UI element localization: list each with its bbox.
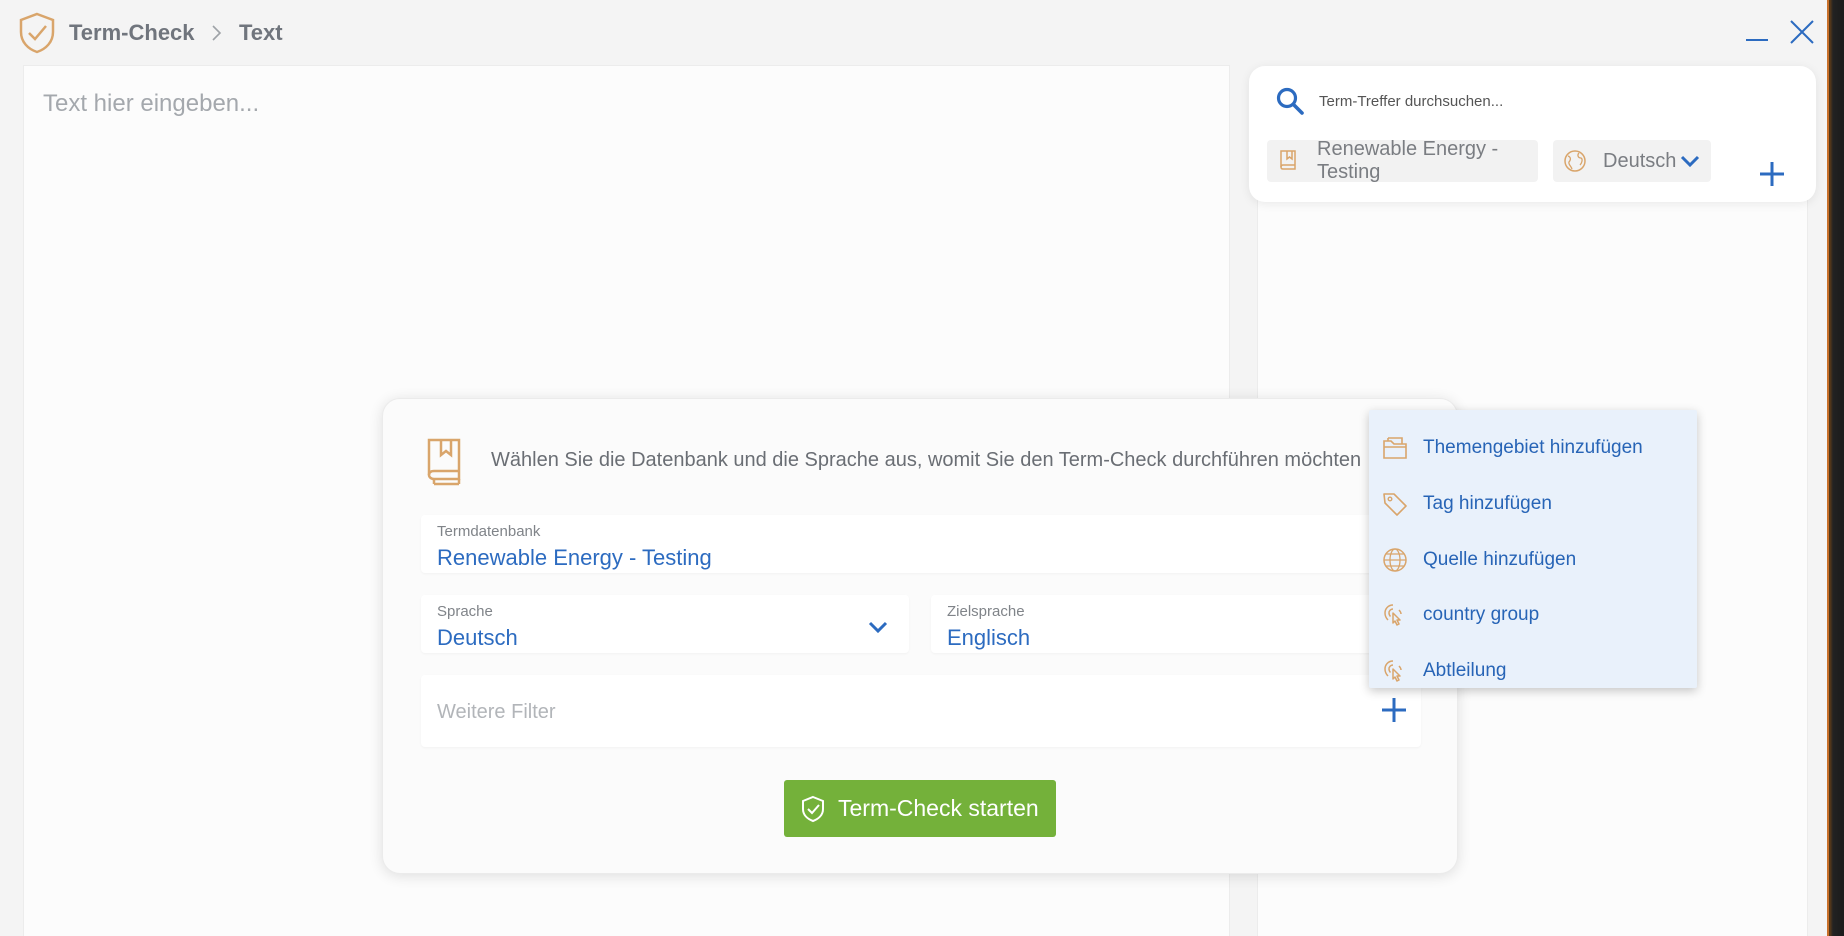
database-select[interactable]: Termdatenbank Renewable Energy - Testing bbox=[421, 515, 1421, 573]
menu-item-label: country group bbox=[1423, 604, 1540, 625]
menu-item-subject-area[interactable]: Themengebiet hinzufügen bbox=[1369, 422, 1697, 474]
database-value: Renewable Energy - Testing bbox=[437, 545, 712, 570]
shield-check-icon bbox=[802, 795, 824, 822]
start-button-label: Term-Check starten bbox=[838, 795, 1039, 821]
globe-icon bbox=[1383, 548, 1407, 572]
chevron-down-icon[interactable] bbox=[867, 619, 889, 635]
dialog-intro-text: Wählen Sie die Datenbank und die Sprache… bbox=[491, 449, 1362, 471]
menu-item-source[interactable]: Quelle hinzufügen bbox=[1369, 534, 1697, 586]
menu-item-label: Quelle hinzufügen bbox=[1423, 549, 1577, 570]
menu-item-label: Tag hinzufügen bbox=[1423, 493, 1552, 514]
filter-type-menu: Themengebiet hinzufügen Tag hinzufügen Q… bbox=[1369, 410, 1697, 688]
window-edge bbox=[1827, 0, 1844, 936]
term-search-input[interactable] bbox=[1319, 84, 1759, 118]
target-language-value: Englisch bbox=[947, 625, 1031, 650]
search-icon bbox=[1276, 87, 1304, 115]
database-label: Termdatenbank bbox=[437, 523, 541, 540]
target-language-select[interactable]: Zielsprache Englisch bbox=[931, 595, 1421, 653]
breadcrumb-current: Text bbox=[239, 20, 283, 45]
touch-icon bbox=[1384, 660, 1402, 682]
more-filters-field[interactable]: Weitere Filter bbox=[421, 675, 1421, 747]
shield-check-icon bbox=[19, 12, 55, 54]
filter-placeholder: Weitere Filter bbox=[437, 701, 556, 723]
tag-icon bbox=[1383, 493, 1407, 516]
touch-icon bbox=[1384, 604, 1402, 626]
menu-item-label: Themengebiet hinzufügen bbox=[1423, 437, 1643, 458]
menu-item-tag[interactable]: Tag hinzufügen bbox=[1369, 478, 1697, 530]
target-language-label: Zielsprache bbox=[947, 603, 1025, 620]
menu-item-label: Abtleilung bbox=[1423, 660, 1507, 681]
term-search-card: Renewable Energy - Testing Deutsch bbox=[1249, 66, 1816, 202]
folder-icon bbox=[1383, 437, 1407, 459]
menu-item-department[interactable]: Abtleilung bbox=[1369, 645, 1697, 697]
add-filter-plus-icon[interactable] bbox=[1756, 158, 1788, 190]
editor-placeholder: Text hier eingeben... bbox=[43, 90, 260, 117]
database-chip-label: Renewable Energy - Testing bbox=[1317, 138, 1499, 183]
menu-item-country-group[interactable]: country group bbox=[1369, 589, 1697, 641]
breadcrumb-app[interactable]: Term-Check bbox=[69, 20, 195, 46]
source-language-select[interactable]: Sprache Deutsch bbox=[421, 595, 909, 653]
chevron-down-icon[interactable] bbox=[1679, 153, 1701, 169]
language-chip[interactable]: Deutsch bbox=[1553, 140, 1711, 182]
term-check-setup-dialog: Wählen Sie die Datenbank und die Sprache… bbox=[382, 398, 1458, 874]
close-icon[interactable] bbox=[1788, 18, 1816, 46]
source-language-label: Sprache bbox=[437, 603, 493, 620]
database-chip[interactable]: Renewable Energy - Testing bbox=[1267, 138, 1538, 183]
source-language-value: Deutsch bbox=[437, 625, 518, 650]
add-filter-plus-icon[interactable] bbox=[1379, 695, 1409, 725]
globe-icon bbox=[1564, 150, 1586, 172]
app-header: Term-Check Text bbox=[0, 0, 1827, 64]
book-icon bbox=[427, 438, 461, 486]
book-icon bbox=[1280, 150, 1296, 170]
language-chip-label: Deutsch bbox=[1603, 149, 1677, 172]
chevron-right-icon bbox=[212, 25, 222, 41]
start-term-check-button[interactable]: Term-Check starten bbox=[784, 780, 1056, 837]
minimize-icon[interactable] bbox=[1744, 22, 1770, 48]
